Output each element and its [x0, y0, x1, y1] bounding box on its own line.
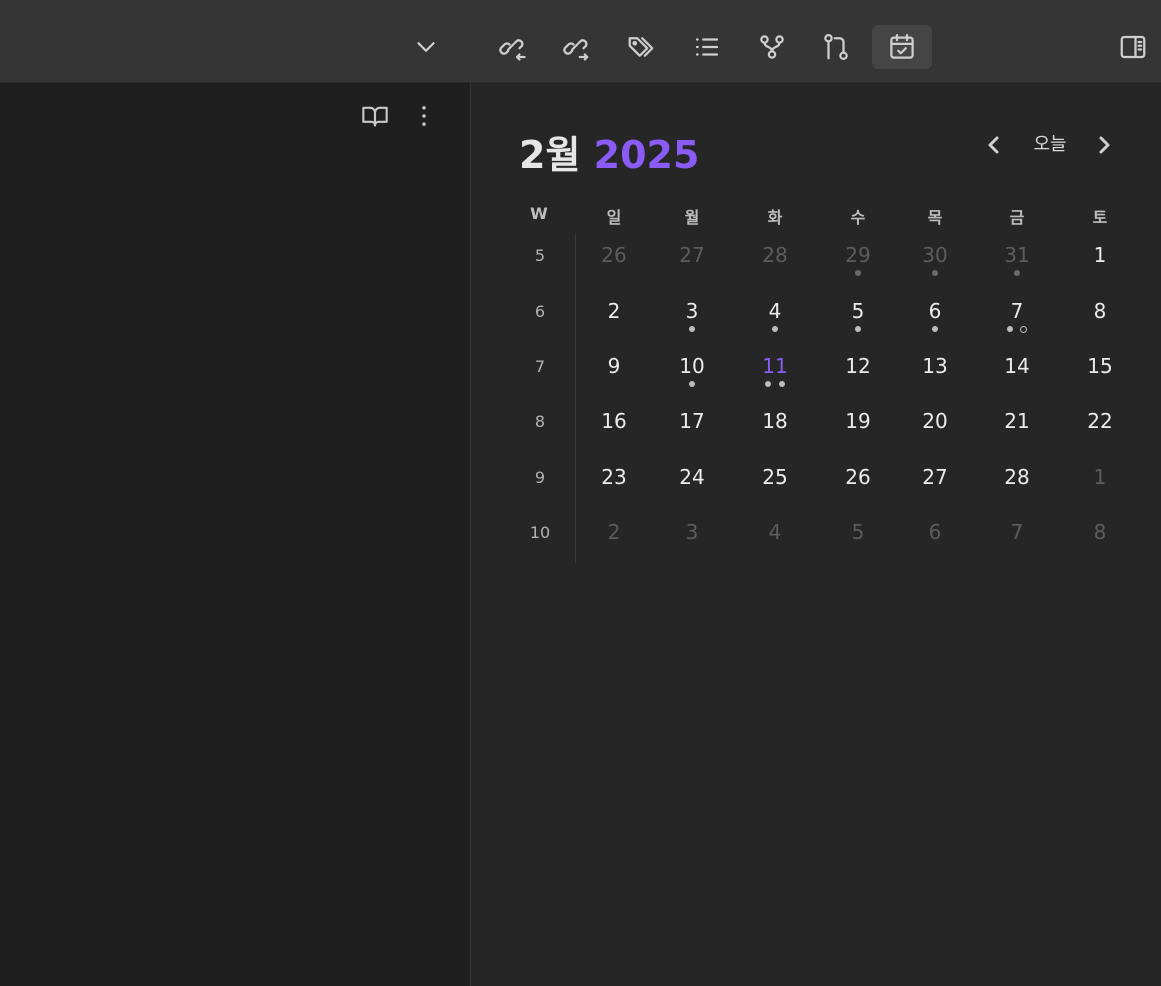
week-number-header: W [530, 204, 548, 223]
week-number[interactable]: 5 [520, 246, 560, 265]
calendar-day[interactable]: 28 [750, 243, 800, 267]
weekday-header: 화 [767, 208, 783, 227]
calendar-day[interactable]: 6 [910, 299, 960, 323]
graph-icon[interactable] [749, 24, 795, 70]
calendar-day[interactable]: 17 [667, 409, 717, 433]
calendar-day[interactable]: 8 [1075, 299, 1125, 323]
note-dot [765, 381, 771, 387]
calendar-day[interactable]: 24 [667, 465, 717, 489]
calendar-day[interactable]: 12 [833, 354, 883, 378]
weekday-header: 일 [606, 208, 622, 227]
calendar-title: 2월 2025 [519, 124, 699, 179]
calendar-day[interactable]: 14 [992, 354, 1042, 378]
calendar-day[interactable]: 4 [750, 520, 800, 544]
chevron-down-icon[interactable] [403, 24, 449, 70]
calendar-day[interactable]: 19 [833, 409, 883, 433]
prev-month-button[interactable] [980, 131, 1008, 159]
calendar-day[interactable]: 30 [910, 243, 960, 267]
calendar-year: 2025 [593, 133, 700, 177]
calendar-day[interactable]: 27 [910, 465, 960, 489]
weekday-header: 토 [1092, 208, 1108, 227]
backlinks-icon[interactable] [489, 24, 535, 70]
note-dot [689, 381, 695, 387]
calendar-day[interactable]: 1 [1075, 243, 1125, 267]
calendar-day[interactable]: 5 [833, 299, 883, 323]
calendar-day[interactable]: 15 [1075, 354, 1125, 378]
calendar-day[interactable]: 9 [589, 354, 639, 378]
calendar-icon[interactable] [872, 25, 932, 69]
calendar-day[interactable]: 29 [833, 243, 883, 267]
note-dot [772, 326, 778, 332]
note-dot [689, 326, 695, 332]
outline-icon[interactable] [684, 24, 730, 70]
calendar-day[interactable]: 22 [1075, 409, 1125, 433]
week-number[interactable]: 9 [520, 468, 560, 487]
task-dot-hollow [1020, 326, 1027, 333]
calendar-day[interactable]: 7 [992, 520, 1042, 544]
note-dot [855, 326, 861, 332]
top-toolbar [0, 0, 1161, 83]
calendar-day[interactable]: 4 [750, 299, 800, 323]
sidebar-toggle-icon[interactable] [1110, 24, 1156, 70]
note-dot [1007, 326, 1013, 332]
calendar-day[interactable]: 8 [1075, 520, 1125, 544]
calendar-day[interactable]: 21 [992, 409, 1042, 433]
calendar-day[interactable]: 26 [833, 465, 883, 489]
calendar-day[interactable]: 16 [589, 409, 639, 433]
note-dot [932, 326, 938, 332]
note-dot [855, 270, 861, 276]
week-column-divider [575, 233, 576, 563]
calendar-day[interactable]: 18 [750, 409, 800, 433]
calendar-day[interactable]: 3 [667, 520, 717, 544]
calendar-day[interactable]: 23 [589, 465, 639, 489]
left-pane [0, 83, 471, 986]
calendar-day[interactable]: 28 [992, 465, 1042, 489]
git-icon[interactable] [813, 24, 859, 70]
calendar-day[interactable]: 10 [667, 354, 717, 378]
calendar-day[interactable]: 27 [667, 243, 717, 267]
calendar-day-today[interactable]: 11 [750, 354, 800, 378]
calendar-day[interactable]: 26 [589, 243, 639, 267]
calendar-day[interactable]: 2 [589, 520, 639, 544]
today-button[interactable]: 오늘 [1020, 130, 1080, 156]
calendar-day[interactable]: 31 [992, 243, 1042, 267]
calendar-day[interactable]: 5 [833, 520, 883, 544]
weekday-header: 목 [927, 208, 943, 227]
weekday-header: 수 [850, 208, 866, 227]
calendar-day[interactable]: 6 [910, 520, 960, 544]
calendar-day[interactable]: 7 [992, 299, 1042, 323]
outgoing-links-icon[interactable] [553, 24, 599, 70]
weekday-header: 월 [684, 208, 700, 227]
calendar-day[interactable]: 13 [910, 354, 960, 378]
tags-icon[interactable] [618, 24, 664, 70]
calendar-day[interactable]: 20 [910, 409, 960, 433]
note-dot [779, 381, 785, 387]
week-number[interactable]: 6 [520, 302, 560, 321]
calendar-day[interactable]: 1 [1075, 465, 1125, 489]
note-dot [1014, 270, 1020, 276]
reading-view-icon[interactable] [359, 100, 391, 132]
calendar-day[interactable]: 3 [667, 299, 717, 323]
note-dot [932, 270, 938, 276]
more-options-icon[interactable] [408, 100, 440, 132]
calendar-day[interactable]: 2 [589, 299, 639, 323]
calendar-day[interactable]: 25 [750, 465, 800, 489]
week-number[interactable]: 7 [520, 357, 560, 376]
week-number[interactable]: 8 [520, 412, 560, 431]
week-number[interactable]: 10 [520, 523, 560, 542]
next-month-button[interactable] [1090, 131, 1118, 159]
calendar-month: 2월 [519, 133, 581, 177]
weekday-header: 금 [1009, 208, 1025, 227]
